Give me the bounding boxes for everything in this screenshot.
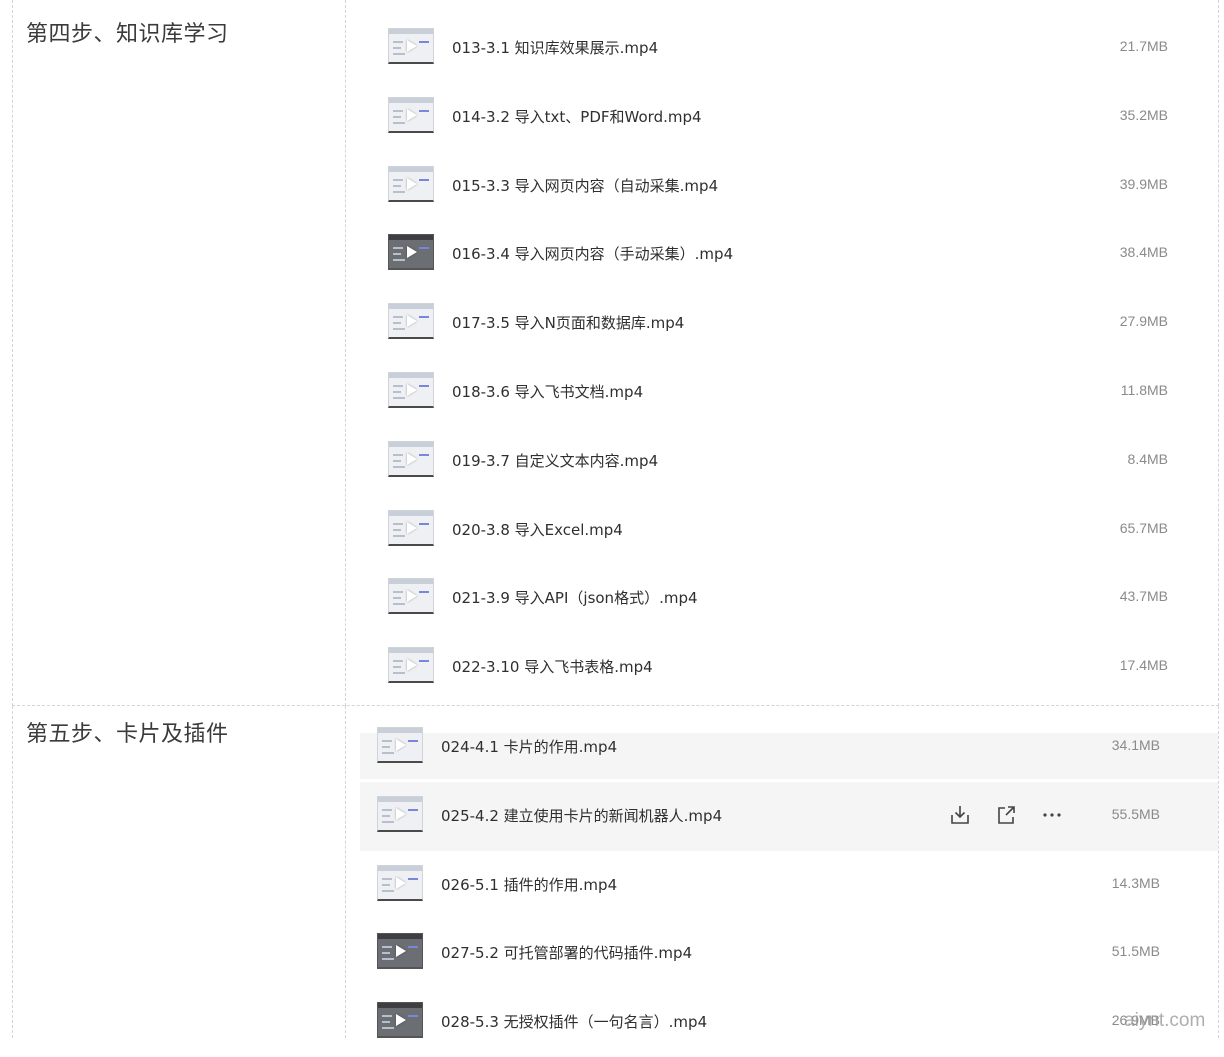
file-row[interactable]: 028-5.3 无授权插件（一句名言）.mp4 26.9MB xyxy=(360,988,1218,1057)
file-size: 51.5MB xyxy=(1111,943,1160,959)
video-thumbnail[interactable] xyxy=(377,933,423,969)
video-thumbnail[interactable] xyxy=(377,865,423,901)
file-size: 21.7MB xyxy=(1119,38,1168,54)
play-icon xyxy=(396,738,406,751)
file-size: 39.9MB xyxy=(1119,176,1168,192)
file-size: 55.5MB xyxy=(1111,806,1160,822)
play-icon xyxy=(407,108,417,121)
file-row[interactable]: 015-3.3 导入网页内容（自动采集.mp4 39.9MB xyxy=(346,152,1216,221)
play-icon xyxy=(407,383,417,396)
section-title: 第四步、知识库学习 xyxy=(26,22,229,47)
file-row[interactable]: 018-3.6 导入飞书文档.mp4 11.8MB xyxy=(346,358,1216,427)
file-row[interactable]: 016-3.4 导入网页内容（手动采集）.mp4 38.4MB xyxy=(346,220,1216,289)
video-thumbnail[interactable] xyxy=(388,97,434,133)
file-row[interactable]: 024-4.1 卡片的作用.mp4 34.1MB xyxy=(360,727,1218,779)
play-icon xyxy=(407,658,417,671)
play-icon xyxy=(407,314,417,327)
play-icon xyxy=(396,944,406,957)
file-name[interactable]: 022-3.10 导入飞书表格.mp4 xyxy=(452,656,653,677)
video-thumbnail[interactable] xyxy=(388,441,434,477)
file-size: 65.7MB xyxy=(1119,520,1168,536)
file-name[interactable]: 021-3.9 导入API（json格式）.mp4 xyxy=(452,587,698,608)
video-thumbnail[interactable] xyxy=(377,727,423,763)
play-icon xyxy=(407,39,417,52)
file-name[interactable]: 027-5.2 可托管部署的代码插件.mp4 xyxy=(441,942,692,963)
play-icon xyxy=(396,807,406,820)
video-thumbnail[interactable] xyxy=(388,28,434,64)
scrolled-row-edge xyxy=(376,715,1156,723)
watermark: aiynt.com xyxy=(1124,1010,1206,1031)
play-icon xyxy=(396,876,406,889)
video-thumbnail[interactable] xyxy=(388,372,434,408)
play-icon xyxy=(407,452,417,465)
file-row[interactable]: 025-4.2 建立使用卡片的新闻机器人.mp4 55.5MB xyxy=(360,782,1218,851)
video-thumbnail[interactable] xyxy=(388,647,434,683)
file-size: 43.7MB xyxy=(1119,588,1168,604)
video-thumbnail[interactable] xyxy=(377,796,423,832)
file-size: 27.9MB xyxy=(1119,313,1168,329)
file-name[interactable]: 014-3.2 导入txt、PDF和Word.mp4 xyxy=(452,106,702,127)
file-row[interactable]: 014-3.2 导入txt、PDF和Word.mp4 35.2MB xyxy=(346,83,1216,152)
file-name[interactable]: 013-3.1 知识库效果展示.mp4 xyxy=(452,37,658,58)
file-name[interactable]: 018-3.6 导入飞书文档.mp4 xyxy=(452,381,643,402)
file-size: 8.4MB xyxy=(1127,451,1168,467)
file-name[interactable]: 028-5.3 无授权插件（一句名言）.mp4 xyxy=(441,1011,707,1032)
file-name[interactable]: 016-3.4 导入网页内容（手动采集）.mp4 xyxy=(452,243,733,264)
file-name[interactable]: 025-4.2 建立使用卡片的新闻机器人.mp4 xyxy=(441,805,722,826)
file-size: 17.4MB xyxy=(1119,657,1168,673)
share-icon[interactable] xyxy=(994,802,1018,828)
file-row[interactable]: 022-3.10 导入飞书表格.mp4 17.4MB xyxy=(346,633,1216,702)
file-name[interactable]: 024-4.1 卡片的作用.mp4 xyxy=(441,736,617,757)
more-icon[interactable] xyxy=(1040,802,1064,828)
file-row[interactable]: 020-3.8 导入Excel.mp4 65.7MB xyxy=(346,496,1216,565)
file-name[interactable]: 020-3.8 导入Excel.mp4 xyxy=(452,519,623,540)
play-icon xyxy=(396,1013,406,1026)
video-thumbnail[interactable] xyxy=(377,1002,423,1038)
video-thumbnail[interactable] xyxy=(388,166,434,202)
play-icon xyxy=(407,245,417,258)
file-row[interactable]: 026-5.1 插件的作用.mp4 14.3MB xyxy=(360,851,1218,920)
video-thumbnail[interactable] xyxy=(388,510,434,546)
file-row[interactable]: 021-3.9 导入API（json格式）.mp4 43.7MB xyxy=(346,564,1216,633)
file-row[interactable]: 013-3.1 知识库效果展示.mp4 21.7MB xyxy=(346,14,1216,83)
file-size: 38.4MB xyxy=(1119,244,1168,260)
file-name[interactable]: 026-5.1 插件的作用.mp4 xyxy=(441,874,617,895)
row-actions xyxy=(948,802,1068,828)
file-row[interactable]: 019-3.7 自定义文本内容.mp4 8.4MB xyxy=(346,427,1216,496)
play-icon xyxy=(407,177,417,190)
file-row[interactable]: 027-5.2 可托管部署的代码插件.mp4 51.5MB xyxy=(360,919,1218,988)
file-row[interactable]: 017-3.5 导入N页面和数据库.mp4 27.9MB xyxy=(346,289,1216,358)
play-icon xyxy=(407,521,417,534)
play-icon xyxy=(407,589,417,602)
file-size: 35.2MB xyxy=(1119,107,1168,123)
section-title: 第五步、卡片及插件 xyxy=(26,722,229,747)
video-thumbnail[interactable] xyxy=(388,234,434,270)
video-thumbnail[interactable] xyxy=(388,578,434,614)
file-name[interactable]: 015-3.3 导入网页内容（自动采集.mp4 xyxy=(452,175,718,196)
download-icon[interactable] xyxy=(948,802,972,828)
file-size: 11.8MB xyxy=(1120,382,1168,398)
file-name[interactable]: 017-3.5 导入N页面和数据库.mp4 xyxy=(452,312,684,333)
video-thumbnail[interactable] xyxy=(388,303,434,339)
file-size: 14.3MB xyxy=(1111,875,1160,891)
file-name[interactable]: 019-3.7 自定义文本内容.mp4 xyxy=(452,450,658,471)
file-size: 34.1MB xyxy=(1111,737,1160,753)
